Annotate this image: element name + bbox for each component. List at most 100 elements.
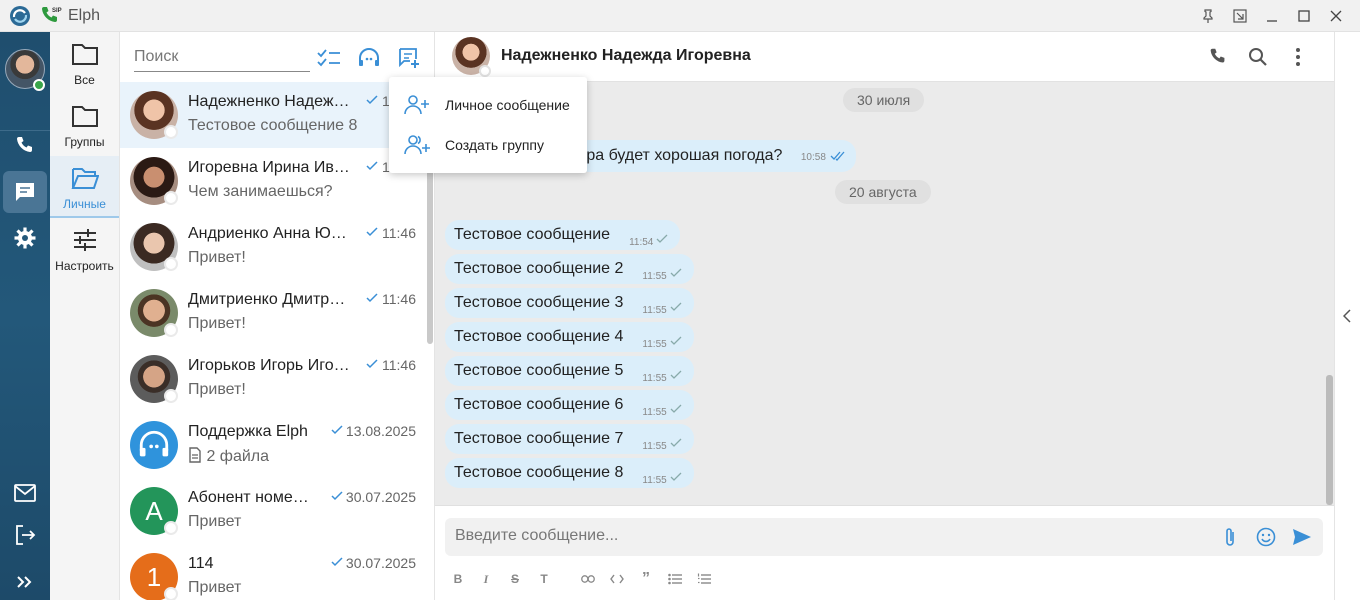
code-icon[interactable] <box>608 571 626 587</box>
chat-snippet: Чем занимаешься? <box>188 183 333 200</box>
send-button[interactable] <box>1289 524 1315 550</box>
chat-list-panel: Поиск Надежненко Надежда Игоревна 11:55 … <box>120 32 435 600</box>
folder-icon <box>71 106 98 127</box>
sent-check-icon <box>670 302 682 311</box>
search-button[interactable] <box>1245 44 1271 70</box>
chat-name: Игоревна Ирина Ивановна <box>188 159 353 176</box>
logout-button[interactable] <box>3 514 47 556</box>
chat-time: 30.07.2025 <box>345 489 416 505</box>
message-bubble[interactable]: Тестовое сообщение 5 11:55 <box>445 356 694 386</box>
status-dot <box>164 389 178 403</box>
chat-name: Надежненко Надежда Игоревна <box>188 93 353 110</box>
support-icon <box>359 48 379 66</box>
close-button[interactable] <box>1326 6 1346 26</box>
app-title: Elph <box>68 7 101 24</box>
chat-row[interactable]: Надежненко Надежда Игоревна 11:55 Тестов… <box>120 82 427 148</box>
more-options-button[interactable] <box>1285 44 1311 70</box>
chat-row[interactable]: Поддержка Elph 13.08.2025 2 файла <box>120 412 427 478</box>
chats-button[interactable] <box>3 171 47 213</box>
chat-snippet: Привет! <box>188 249 246 266</box>
chat-row[interactable]: Андриенко Анна Юрьевна 11:46 Привет! <box>120 214 427 280</box>
status-dot <box>164 257 178 271</box>
message-bubble[interactable]: Тестовое сообщение 6 11:55 <box>445 390 694 420</box>
calls-button[interactable] <box>3 125 47 167</box>
support-button[interactable] <box>356 45 382 71</box>
compact-mode-icon[interactable] <box>1230 6 1250 26</box>
chat-name: Андриенко Анна Юрьевна <box>188 225 353 242</box>
select-mode-button[interactable] <box>316 45 342 71</box>
message-bubble[interactable]: Тестовое сообщение 2 11:55 <box>445 254 694 284</box>
text-format-icon[interactable]: T <box>535 571 553 587</box>
menu-item-create-group[interactable]: Создать группу <box>389 125 587 165</box>
chat-time: 13.08.2025 <box>345 423 416 439</box>
sent-check-icon <box>670 438 682 447</box>
read-double-check-icon <box>830 151 845 161</box>
sent-check-icon <box>670 404 682 413</box>
chat-time: 11:46 <box>382 357 416 373</box>
status-dot <box>164 323 178 337</box>
numbered-list-icon[interactable] <box>695 571 713 587</box>
date-separator: 30 июля <box>843 88 925 112</box>
folder-groups[interactable]: Группы <box>50 94 119 156</box>
paperclip-icon <box>1226 528 1234 546</box>
pin-icon[interactable] <box>1198 6 1218 26</box>
italic-icon[interactable]: I <box>477 571 495 587</box>
sent-check-icon <box>366 359 378 369</box>
call-button[interactable] <box>1205 44 1231 70</box>
sent-check-icon <box>670 472 682 481</box>
maximize-button[interactable] <box>1294 6 1314 26</box>
send-icon <box>1293 529 1311 545</box>
folder-column: Все Группы Личные Настроить <box>50 32 120 600</box>
message-bubble[interactable]: Тестовое сообщение 4 11:55 <box>445 322 694 352</box>
support-avatar <box>130 421 178 469</box>
folder-all[interactable]: Все <box>50 32 119 94</box>
chat-icon <box>16 183 34 201</box>
kebab-menu-icon <box>1296 48 1300 66</box>
search-input[interactable]: Поиск <box>134 44 310 72</box>
chat-row[interactable]: Игоревна Ирина Ивановна 11:46 Чем занима… <box>120 148 427 214</box>
mail-button[interactable] <box>3 472 47 514</box>
menu-item-personal-message[interactable]: Личное сообщение <box>389 85 587 125</box>
status-dot <box>164 191 178 205</box>
chat-row[interactable]: А Абонент номер 110 30.07.2025 Привет <box>120 478 427 544</box>
link-icon[interactable] <box>579 571 597 587</box>
attach-button[interactable] <box>1217 524 1243 550</box>
chat-row[interactable]: 1 114 30.07.2025 Привет <box>120 544 427 600</box>
expand-rail-button[interactable] <box>3 561 47 600</box>
sent-check-icon <box>366 161 378 171</box>
message-bubble[interactable]: тра будет хорошая погода? 10:58 <box>575 140 857 172</box>
message-input[interactable]: Введите сообщение... <box>445 518 1323 556</box>
chat-name: Абонент номер 110 <box>188 489 316 506</box>
chat-snippet: Тестовое сообщение 8 <box>188 117 358 134</box>
chat-row[interactable]: Дмитриенко Дмитрий Игоревич 11:46 Привет… <box>120 280 427 346</box>
chat-row[interactable]: Игорьков Игорь Игоревич 11:46 Привет! <box>120 346 427 412</box>
folder-configure[interactable]: Настроить <box>50 218 119 280</box>
conversation-scrollbar[interactable] <box>1326 375 1333 505</box>
message-bubble[interactable]: Тестовое сообщение 3 11:55 <box>445 288 694 318</box>
gear-icon <box>14 227 36 249</box>
add-group-icon <box>404 135 430 155</box>
emoji-button[interactable] <box>1253 524 1279 550</box>
chat-time: 30.07.2025 <box>345 555 416 571</box>
folder-icon <box>71 44 98 65</box>
chat-time: 11:46 <box>382 291 416 307</box>
message-bubble[interactable]: Тестовое сообщение 11:54 <box>445 220 681 250</box>
status-dot <box>164 521 178 535</box>
chat-time: 11:46 <box>382 225 416 241</box>
folder-personal[interactable]: Личные <box>50 156 119 218</box>
quote-icon[interactable]: ” <box>637 570 655 587</box>
folder-open-icon <box>71 168 99 189</box>
strikethrough-icon[interactable]: S <box>506 571 524 587</box>
phone-icon <box>17 137 32 152</box>
settings-button[interactable] <box>3 217 47 259</box>
new-chat-button[interactable] <box>396 45 422 71</box>
chat-snippet: Привет <box>188 579 242 596</box>
side-panel-toggle[interactable] <box>1334 32 1360 600</box>
minimize-button[interactable] <box>1262 6 1282 26</box>
sent-check-icon <box>331 425 343 435</box>
bullet-list-icon[interactable] <box>666 571 684 587</box>
message-bubble[interactable]: Тестовое сообщение 7 11:55 <box>445 424 694 454</box>
message-bubble[interactable]: Тестовое сообщение 8 11:55 <box>445 458 694 488</box>
bold-icon[interactable]: B <box>449 571 467 587</box>
svg-text:SIP: SIP <box>52 8 62 14</box>
